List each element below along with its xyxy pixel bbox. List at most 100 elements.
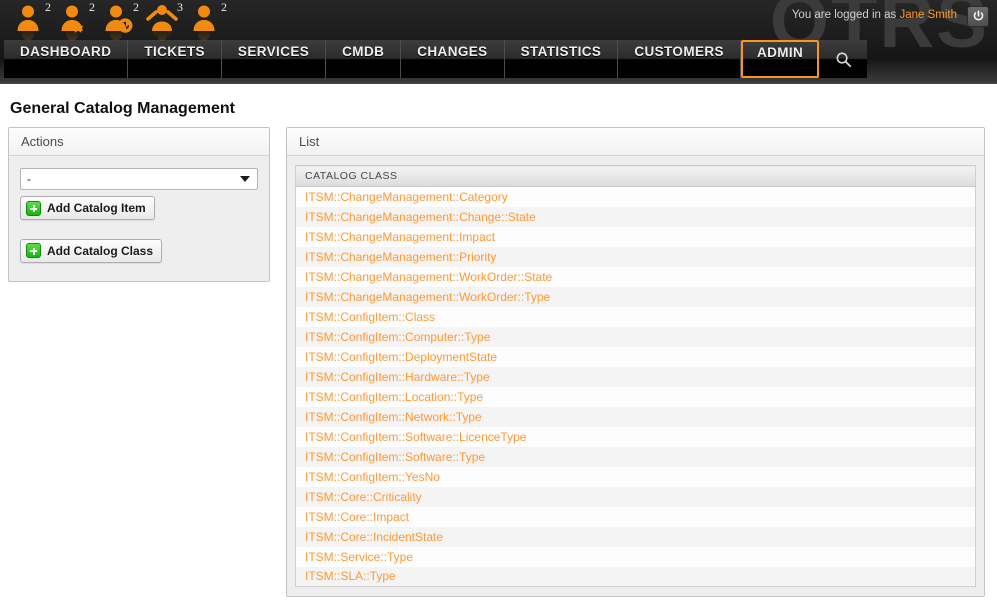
catalog-class-link[interactable]: ITSM::ConfigItem::DeploymentState xyxy=(296,347,976,367)
login-username[interactable]: Jane Smith xyxy=(899,9,957,21)
notification-toolbar: 22232 xyxy=(14,3,222,36)
main-navigation[interactable]: DASHBOARD TICKETS SERVICES CMDB CHANGES STATI… xyxy=(4,40,867,78)
table-row[interactable]: ITSM::ConfigItem::Hardware::Type xyxy=(296,367,976,387)
catalog-class-link[interactable]: ITSM::ConfigItem::Location::Type xyxy=(296,387,976,407)
actions-widget-body: - Add Catalog Item Add Catalog Class xyxy=(9,156,269,281)
nav-search-button[interactable] xyxy=(819,40,867,78)
table-row[interactable]: ITSM::ChangeManagement::Impact xyxy=(296,227,976,247)
toolbar-badge-count: 3 xyxy=(177,0,183,15)
catalog-class-link[interactable]: ITSM::ConfigItem::Network::Type xyxy=(296,407,976,427)
add-catalog-class-button[interactable]: Add Catalog Class xyxy=(20,239,162,263)
login-prefix: You are logged in as xyxy=(792,9,896,21)
catalog-class-link[interactable]: ITSM::ChangeManagement::WorkOrder::Type xyxy=(296,287,976,307)
table-row[interactable]: ITSM::Service::Type xyxy=(296,547,976,567)
catalog-class-link[interactable]: ITSM::ConfigItem::Hardware::Type xyxy=(296,367,976,387)
toolbar-item-4[interactable]: 3 xyxy=(146,3,178,36)
table-row[interactable]: ITSM::ChangeManagement::Change::State xyxy=(296,207,976,227)
logout-button[interactable] xyxy=(967,6,989,27)
table-row[interactable]: ITSM::ConfigItem::Software::Type xyxy=(296,447,976,467)
catalog-class-link[interactable]: ITSM::ChangeManagement::Change::State xyxy=(296,207,976,227)
nav-item-label: ADMIN xyxy=(757,42,803,63)
catalog-class-link[interactable]: ITSM::ConfigItem::Software::Type xyxy=(296,447,976,467)
table-row[interactable]: ITSM::ConfigItem::Computer::Type xyxy=(296,327,976,347)
add-catalog-item-button[interactable]: Add Catalog Item xyxy=(20,196,155,220)
catalog-class-link[interactable]: ITSM::Core::IncidentState xyxy=(296,527,976,547)
column-header-catalog-class: CATALOG CLASS xyxy=(296,166,976,187)
list-widget-body: CATALOG CLASS ITSM::ChangeManagement::Ca… xyxy=(287,156,984,596)
toolbar-icon-reflection xyxy=(146,29,178,43)
catalog-class-link[interactable]: ITSM::Core::Impact xyxy=(296,507,976,527)
actions-widget-title: Actions xyxy=(21,134,64,149)
toolbar-icon-reflection xyxy=(102,29,134,43)
nav-item-admin[interactable]: ADMIN xyxy=(741,40,819,78)
catalog-class-table: CATALOG CLASS ITSM::ChangeManagement::Ca… xyxy=(295,165,976,587)
table-row[interactable]: ITSM::ChangeManagement::WorkOrder::Type xyxy=(296,287,976,307)
search-icon xyxy=(835,51,852,68)
toolbar-item-3[interactable]: 2 xyxy=(102,3,134,36)
nav-item-tickets[interactable]: TICKETS xyxy=(128,40,222,78)
catalog-class-link[interactable]: ITSM::SLA::Type xyxy=(296,567,976,587)
catalog-class-link[interactable]: ITSM::Service::Type xyxy=(296,547,976,567)
table-header-row: CATALOG CLASS xyxy=(296,166,976,187)
table-row[interactable]: ITSM::SLA::Type xyxy=(296,567,976,587)
login-info: You are logged in as Jane Smith xyxy=(792,9,957,21)
app-header: OTRS 22232 You are logged in as Jane Smi… xyxy=(0,0,997,84)
nav-item-label: STATISTICS xyxy=(521,40,602,63)
nav-item-statistics[interactable]: STATISTICS xyxy=(505,40,619,78)
table-row[interactable]: ITSM::Core::Criticality xyxy=(296,487,976,507)
add-catalog-item-label: Add Catalog Item xyxy=(47,201,146,215)
table-row[interactable]: ITSM::ChangeManagement::Priority xyxy=(296,247,976,267)
catalog-class-link[interactable]: ITSM::ConfigItem::YesNo xyxy=(296,467,976,487)
page-title: General Catalog Management xyxy=(10,100,235,118)
table-row[interactable]: ITSM::ConfigItem::Location::Type xyxy=(296,387,976,407)
table-row[interactable]: ITSM::Core::IncidentState xyxy=(296,527,976,547)
toolbar-badge-count: 2 xyxy=(45,0,51,15)
nav-item-label: CHANGES xyxy=(417,40,487,63)
catalog-class-link[interactable]: ITSM::ChangeManagement::Category xyxy=(296,187,976,207)
toolbar-item-1[interactable]: 2 xyxy=(14,3,46,36)
actions-widget-header: Actions xyxy=(9,128,269,156)
catalog-class-select-value: - xyxy=(27,172,31,186)
catalog-class-link[interactable]: ITSM::Core::Criticality xyxy=(296,487,976,507)
catalog-class-link[interactable]: ITSM::ConfigItem::Computer::Type xyxy=(296,327,976,347)
nav-item-label: DASHBOARD xyxy=(20,40,111,63)
toolbar-badge-count: 2 xyxy=(133,0,139,15)
nav-item-changes[interactable]: CHANGES xyxy=(401,40,504,78)
toolbar-icon-reflection xyxy=(190,29,222,43)
catalog-class-link[interactable]: ITSM::ChangeManagement::Impact xyxy=(296,227,976,247)
table-row[interactable]: ITSM::ConfigItem::Class xyxy=(296,307,976,327)
nav-item-label: CMDB xyxy=(342,40,384,63)
plus-icon xyxy=(26,243,41,258)
nav-item-label: CUSTOMERS xyxy=(634,40,724,63)
catalog-class-link[interactable]: ITSM::ChangeManagement::Priority xyxy=(296,247,976,267)
list-widget-title: List xyxy=(299,134,319,149)
nav-item-label: TICKETS xyxy=(144,40,205,63)
catalog-class-select[interactable]: - xyxy=(20,168,258,190)
nav-item-dashboard[interactable]: DASHBOARD xyxy=(4,40,128,78)
table-row[interactable]: ITSM::ChangeManagement::Category xyxy=(296,187,976,207)
table-row[interactable]: ITSM::ConfigItem::Software::LicenceType xyxy=(296,427,976,447)
toolbar-badge-count: 2 xyxy=(89,0,95,15)
catalog-class-link[interactable]: ITSM::ConfigItem::Software::LicenceType xyxy=(296,427,976,447)
toolbar-item-2[interactable]: 2 xyxy=(58,3,90,36)
table-row[interactable]: ITSM::ChangeManagement::WorkOrder::State xyxy=(296,267,976,287)
toolbar-icon-reflection xyxy=(14,29,46,43)
table-row[interactable]: ITSM::ConfigItem::YesNo xyxy=(296,467,976,487)
catalog-class-link[interactable]: ITSM::ChangeManagement::WorkOrder::State xyxy=(296,267,976,287)
table-row[interactable]: ITSM::Core::Impact xyxy=(296,507,976,527)
toolbar-item-5[interactable]: 2 xyxy=(190,3,222,36)
catalog-class-table-head: CATALOG CLASS xyxy=(296,166,976,187)
list-widget-header: List xyxy=(287,128,984,156)
toolbar-icon-reflection xyxy=(58,29,90,43)
power-icon xyxy=(972,10,985,23)
table-row[interactable]: ITSM::ConfigItem::DeploymentState xyxy=(296,347,976,367)
nav-item-customers[interactable]: CUSTOMERS xyxy=(618,40,741,78)
catalog-class-link[interactable]: ITSM::ConfigItem::Class xyxy=(296,307,976,327)
catalog-class-table-body: ITSM::ChangeManagement::CategoryITSM::Ch… xyxy=(296,187,976,587)
nav-item-cmdb[interactable]: CMDB xyxy=(326,40,401,78)
actions-widget: Actions - Add Catalog Item Add Catalog C… xyxy=(8,127,270,282)
table-row[interactable]: ITSM::ConfigItem::Network::Type xyxy=(296,407,976,427)
nav-item-services[interactable]: SERVICES xyxy=(222,40,326,78)
toolbar-badge-count: 2 xyxy=(221,0,227,15)
plus-icon xyxy=(26,201,41,216)
